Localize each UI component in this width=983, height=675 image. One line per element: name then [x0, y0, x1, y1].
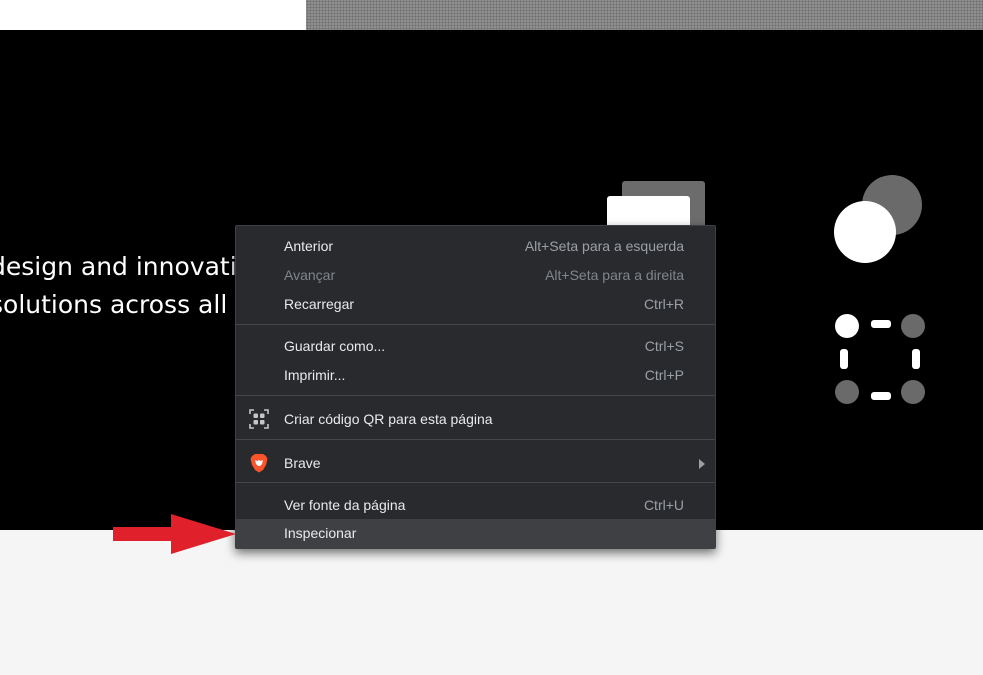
menu-item-inspect[interactable]: Inspecionar [236, 519, 715, 548]
menu-item-label: Avançar [284, 267, 336, 283]
menu-item-label: Anterior [284, 238, 334, 254]
top-bar-white [0, 0, 306, 30]
red-arrow-annotation-icon [113, 514, 236, 554]
frame-dots-graphic [835, 314, 925, 404]
menu-item-label: Brave [284, 455, 321, 471]
menu-separator [236, 482, 715, 483]
menu-item-label: Ver fonte da página [284, 497, 406, 513]
menu-item-save-as[interactable]: Guardar como... Ctrl+S [236, 332, 715, 361]
menu-item-brave[interactable]: Brave [236, 449, 715, 478]
menu-item-shortcut: Ctrl+U [643, 497, 684, 513]
menu-item-reload[interactable]: Recarregar Ctrl+R [236, 290, 715, 319]
menu-item-label: Criar código QR para esta página [284, 411, 493, 427]
top-bar-pattern [306, 0, 983, 30]
brave-lion-icon [250, 454, 268, 473]
submenu-arrow-icon [699, 459, 705, 469]
menu-item-view-source[interactable]: Ver fonte da página Ctrl+U [236, 491, 715, 520]
menu-item-shortcut: Ctrl+S [644, 338, 684, 354]
menu-item-print[interactable]: Imprimir... Ctrl+P [236, 361, 715, 390]
menu-item-forward[interactable]: Avançar Alt+Seta para a direita [236, 261, 715, 290]
hero-text: design and innovation solutions across a… [0, 248, 240, 324]
context-menu: Anterior Alt+Seta para a esquerda Avança… [235, 225, 716, 549]
menu-item-label: Recarregar [284, 296, 355, 312]
menu-item-shortcut: Ctrl+R [643, 296, 684, 312]
menu-item-label: Inspecionar [284, 525, 357, 541]
menu-item-shortcut: Alt+Seta para a direita [545, 267, 684, 283]
hero-text-line-1: design and innovation [0, 252, 240, 281]
menu-separator [236, 395, 715, 396]
menu-item-label: Imprimir... [284, 367, 346, 383]
qr-code-icon [249, 409, 269, 429]
menu-item-shortcut: Alt+Seta para a esquerda [524, 238, 684, 254]
menu-item-create-qr-code[interactable]: Criar código QR para esta página [236, 405, 715, 434]
menu-separator [236, 439, 715, 440]
menu-item-label: Guardar como... [284, 338, 386, 354]
hero-text-line-2: solutions across all industries [0, 290, 240, 319]
menu-item-back[interactable]: Anterior Alt+Seta para a esquerda [236, 232, 715, 261]
menu-separator [236, 324, 715, 325]
menu-item-shortcut: Ctrl+P [644, 367, 684, 383]
